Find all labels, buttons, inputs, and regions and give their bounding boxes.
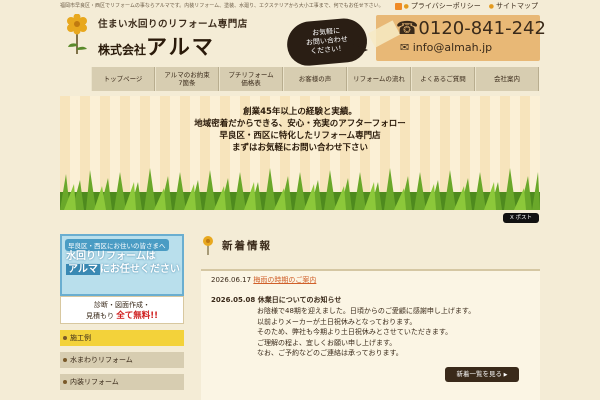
mail-icon: ✉ xyxy=(400,41,413,54)
news-heading: 新着情報 xyxy=(200,235,272,255)
phone-icon: ☎ xyxy=(396,18,419,39)
news-more-button[interactable]: 新着一覧を見る xyxy=(445,367,519,382)
free-estimate-banner[interactable]: 診断・図面作成・ 見積もり 全て無料!! xyxy=(60,296,184,324)
privacy-link[interactable]: ● プライバシーポリシー xyxy=(394,1,481,11)
sidebar-item-water[interactable]: 水まわりリフォーム xyxy=(60,352,184,368)
sitemap-link[interactable]: ● サイトマップ xyxy=(489,1,538,11)
water-reform-banner[interactable]: 早良区・西区にお住いの皆さまへ 水回りリフォームは アルマ にお任せください xyxy=(60,234,184,296)
sidebar-item-interior[interactable]: 内装リフォーム xyxy=(60,374,184,390)
sidebar: 早良区・西区にお住いの皆さまへ 水回りリフォームは アルマ にお任せください 診断… xyxy=(60,234,184,390)
dandelion-logo-icon xyxy=(67,14,87,54)
hero-text: 創業45年以上の経験と実績。 地域密着だからできる、安心・充実のアフターフォロー… xyxy=(194,107,406,153)
contact-speech-bubble: お気軽に お問い合わせ ください！ xyxy=(285,16,369,68)
nav-top[interactable]: トップページ xyxy=(91,67,155,91)
news-panel: 2026.06.17 梅雨の時期のご案内 2026.05.08 休業日についての… xyxy=(201,269,540,400)
rss-icon xyxy=(394,2,402,10)
news-body: お陰様で48期を迎えました。日頃からのご愛顧に感謝申し上げます。 以前よりメーカ… xyxy=(257,307,476,357)
nav-faq[interactable]: よくあるご質問 xyxy=(411,67,475,91)
top-links: ● プライバシーポリシー ● サイトマップ xyxy=(394,1,538,11)
tagline: 住まい水回りのリフォーム専門店 xyxy=(98,19,248,30)
news-link[interactable]: 梅雨の時期のご案内 xyxy=(253,276,316,284)
x-share-button[interactable]: X ポスト xyxy=(503,213,539,223)
nav-flow[interactable]: リフォームの流れ xyxy=(347,67,411,91)
nav-price[interactable]: プチリフォーム 価格表 xyxy=(219,67,283,91)
news-item: 2026.06.17 梅雨の時期のご案内 xyxy=(211,276,317,284)
nav-promise[interactable]: アルマのお約束 7箇条 xyxy=(155,67,219,91)
email-address[interactable]: ✉ info@almah.jp xyxy=(400,41,492,54)
arrow-icon: ● xyxy=(488,2,494,10)
arrow-icon: ● xyxy=(403,2,409,10)
hero-banner: 創業45年以上の経験と実績。 地域密着だからできる、安心・充実のアフターフォロー… xyxy=(60,96,540,210)
dandelion-icon xyxy=(203,236,213,255)
bubble-tail xyxy=(352,44,368,56)
sidebar-item-works[interactable]: 施工例 xyxy=(60,330,184,346)
main-nav: トップページ アルマのお約束 7箇条 プチリフォーム 価格表 お客様の声 リフォ… xyxy=(91,67,539,91)
nav-voice[interactable]: お客様の声 xyxy=(283,67,347,91)
grass-decoration xyxy=(60,168,540,210)
nav-company[interactable]: 会社案内 xyxy=(475,67,539,91)
phone-number[interactable]: ☎0120-841-242 xyxy=(396,18,546,39)
news-item: 2026.05.08 休業日についてのお知らせ xyxy=(211,296,342,304)
top-caption: 福岡市早良区・西区でリフォームの事ならアルマです。内装リフォーム、塗装、水廻り、… xyxy=(60,3,384,9)
company-name[interactable]: 株式会社アルマ xyxy=(98,31,215,61)
